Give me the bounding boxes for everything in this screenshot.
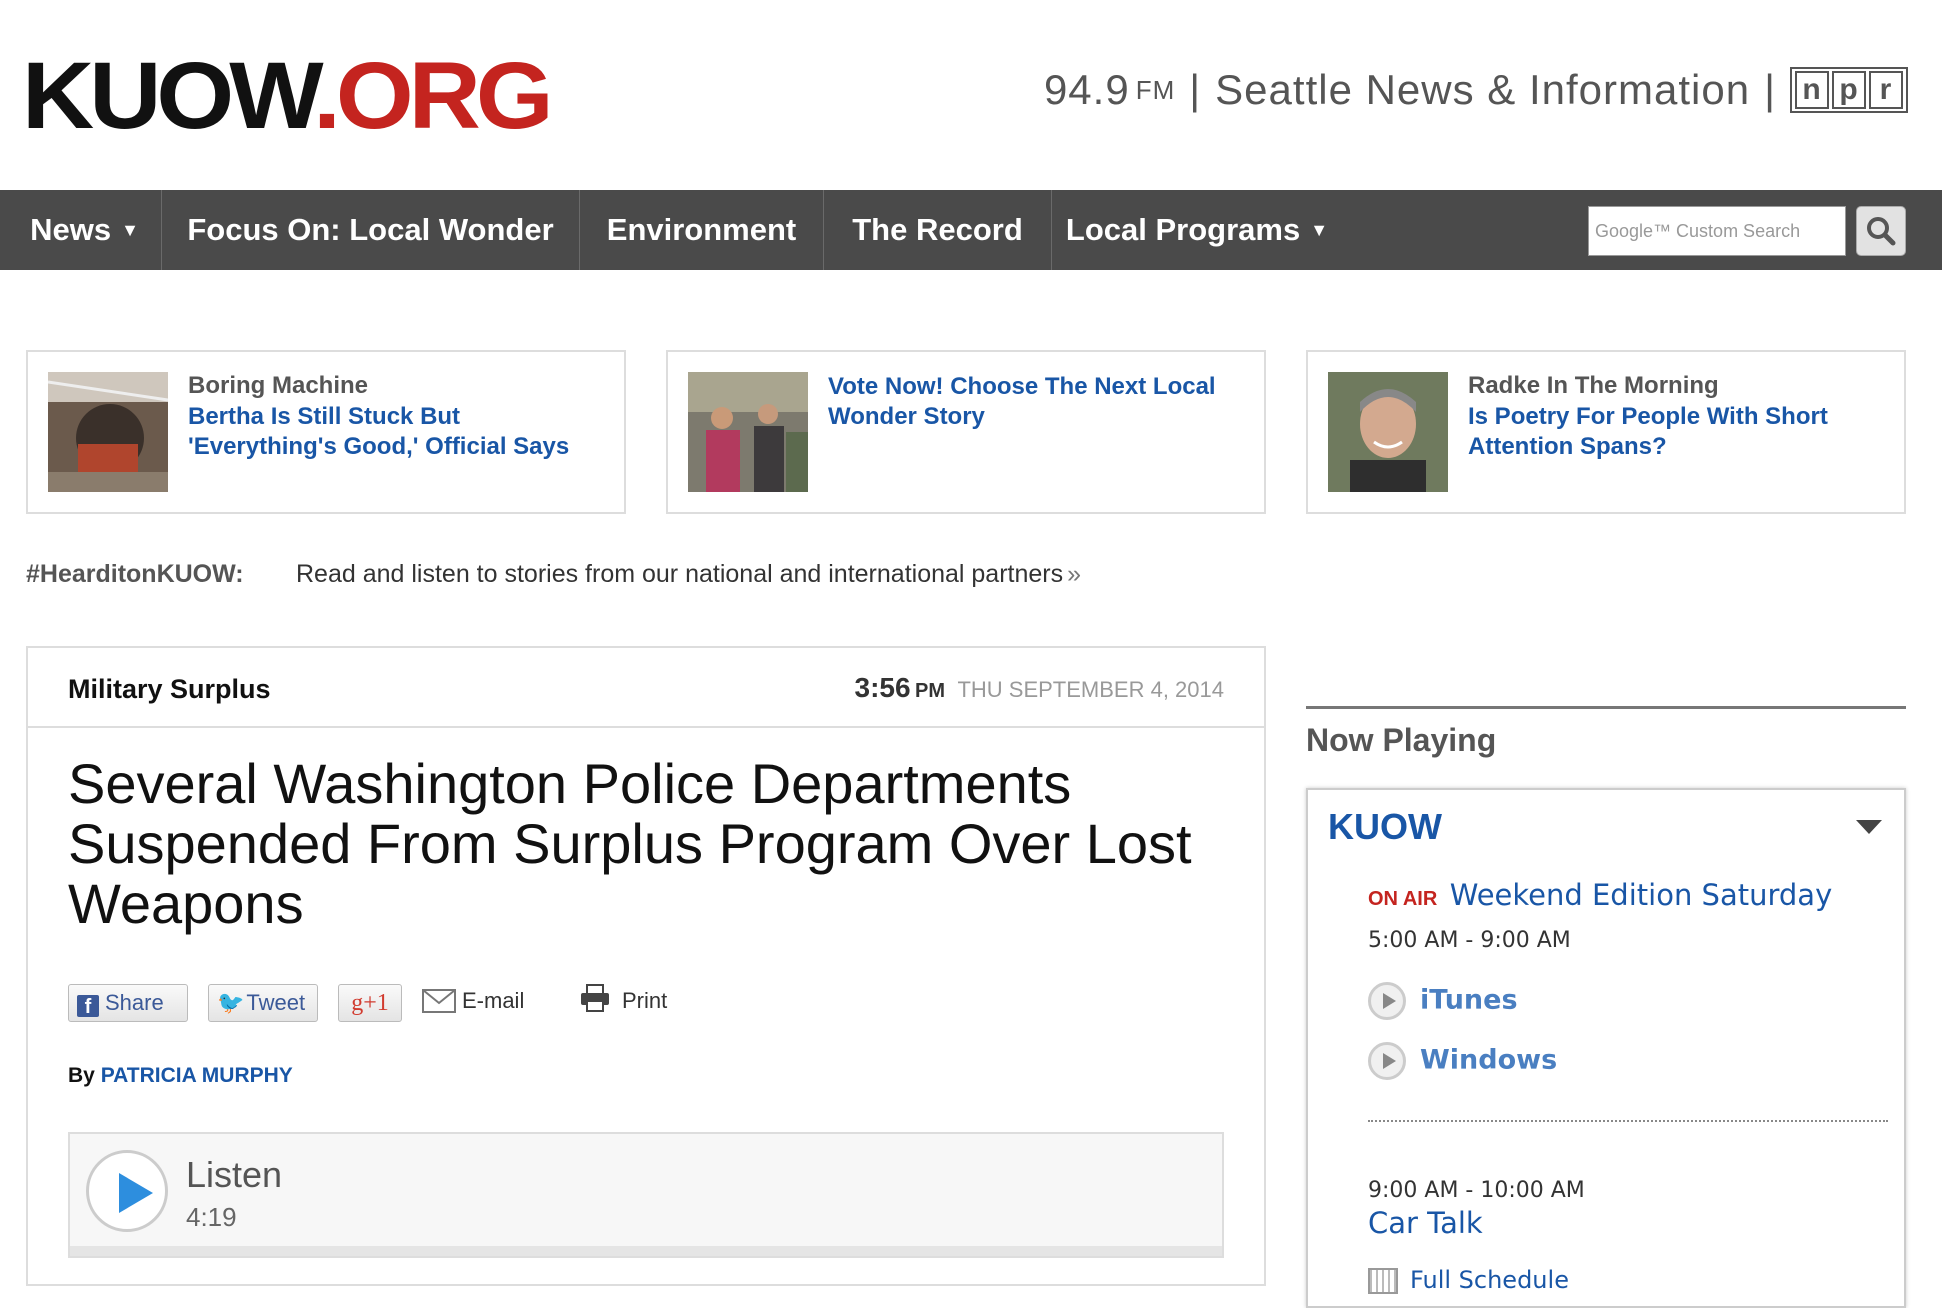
now-playing-widget: KUOW ON AIR Weekend Edition Saturday 5:0… (1306, 788, 1906, 1308)
nav-focus-local-wonder[interactable]: Focus On: Local Wonder (162, 190, 580, 270)
article-timestamp: 3:56 PM THU SEPTEMBER 4, 2014 (855, 672, 1225, 704)
card-kicker: Boring Machine (188, 372, 369, 399)
tweet-label: Tweet (246, 990, 306, 1015)
nav-label: News (30, 212, 112, 247)
on-air-badge: ON AIR (1368, 888, 1438, 910)
printer-icon (581, 984, 609, 1012)
dotted-divider (1368, 1120, 1888, 1122)
audio-player: Listen 4:19 (68, 1132, 1224, 1258)
print-button[interactable]: Print (580, 984, 667, 1014)
featured-card[interactable]: Boring Machine Bertha Is Still Stuck But… (26, 350, 626, 514)
logo-kuow: KUOW (22, 42, 318, 149)
play-icon (119, 1173, 153, 1213)
envelope-icon (422, 989, 456, 1013)
email-button[interactable]: E-mail (422, 988, 524, 1014)
station-name[interactable]: KUOW (1328, 806, 1442, 848)
byline: By PATRICIA MURPHY (68, 1064, 293, 1088)
facebook-share-button[interactable]: f Share (68, 984, 188, 1022)
next-show-time: 9:00 AM - 10:00 AM (1368, 1178, 1585, 1203)
stream-label: iTunes (1420, 984, 1518, 1016)
logo-org: .ORG (313, 42, 554, 149)
card-headline[interactable]: Is Poetry For People With Short Attentio… (1468, 402, 1888, 462)
tagline-text: Seattle News & Information (1215, 66, 1751, 113)
play-circle-icon (1368, 1042, 1406, 1080)
article-header: Military Surplus 3:56 PM THU SEPTEMBER 4… (28, 648, 1264, 728)
card-headline[interactable]: Bertha Is Still Stuck But 'Everything's … (188, 402, 608, 462)
tunnel-construction-photo (48, 372, 168, 492)
share-label: Share (105, 990, 164, 1015)
npr-letter-r: r (1869, 71, 1903, 109)
npr-letter-n: n (1795, 71, 1829, 109)
email-label: E-mail (462, 988, 525, 1013)
calendar-icon (1368, 1268, 1398, 1294)
print-label: Print (622, 988, 668, 1013)
search-button[interactable] (1856, 206, 1906, 256)
nav-environment[interactable]: Environment (580, 190, 824, 270)
twitter-tweet-button[interactable]: 🐦Tweet (208, 984, 318, 1022)
on-air-row: ON AIR Weekend Edition Saturday (1368, 878, 1832, 912)
station-tagline: 94.9 FM | Seattle News & Information | n… (1044, 66, 1908, 114)
nav-local-programs[interactable]: Local Programs ▼ (1052, 190, 1342, 270)
current-show-time: 5:00 AM - 9:00 AM (1368, 928, 1571, 953)
google-plus-button[interactable]: g+1 (338, 984, 402, 1022)
featured-card[interactable]: Radke In The Morning Is Poetry For Peopl… (1306, 350, 1906, 514)
next-show-link[interactable]: Car Talk (1368, 1206, 1483, 1240)
frequency: 94.9 (1043, 66, 1130, 113)
article-date: THU SEPTEMBER 4, 2014 (957, 677, 1224, 702)
current-show-link[interactable]: Weekend Edition Saturday (1450, 878, 1833, 912)
play-circle-icon (1368, 982, 1406, 1020)
byline-prefix: By (68, 1064, 95, 1087)
main-nav: News ▼ Focus On: Local Wonder Environment… (0, 190, 1942, 270)
arrow-right-icon: » (1067, 560, 1082, 588)
stream-itunes[interactable]: iTunes (1368, 982, 1518, 1020)
nav-label: Focus On: Local Wonder (187, 212, 554, 247)
dropdown-caret-icon: ▼ (1310, 220, 1329, 240)
audio-duration: 4:19 (186, 1202, 237, 1232)
author-link[interactable]: PATRICIA MURPHY (101, 1064, 293, 1087)
listen-label: Listen (186, 1154, 283, 1195)
nav-news[interactable]: News ▼ (8, 190, 162, 270)
now-playing-heading: Now Playing (1306, 722, 1497, 758)
twitter-bird-icon: 🐦 (217, 990, 245, 1015)
heard-it-link[interactable]: Read and listen to stories from our nati… (296, 560, 1081, 589)
separator: | (1189, 66, 1202, 113)
nav-label: The Record (852, 212, 1023, 247)
play-button[interactable] (86, 1150, 168, 1232)
article-ampm: PM (915, 680, 945, 702)
divider (1306, 706, 1906, 709)
article-title: Several Washington Police Departments Su… (68, 752, 1192, 935)
npr-letter-p: p (1832, 71, 1866, 109)
npr-logo[interactable]: n p r (1790, 67, 1908, 113)
article-time: 3:56 (854, 672, 911, 703)
magnifier-icon (1867, 217, 1896, 246)
dropdown-caret-icon: ▼ (121, 220, 139, 240)
facebook-icon: f (77, 995, 99, 1018)
stream-label: Windows (1420, 1044, 1558, 1076)
nav-the-record[interactable]: The Record (824, 190, 1052, 270)
heard-it-label: #HearditonKUOW: (26, 560, 244, 588)
full-schedule-label: Full Schedule (1410, 1266, 1569, 1294)
article: Military Surplus 3:56 PM THU SEPTEMBER 4… (26, 646, 1266, 1286)
crowd-photo (688, 372, 808, 492)
featured-card[interactable]: Vote Now! Choose The Next Local Wonder S… (666, 350, 1266, 514)
site-logo[interactable]: KUOW.ORG (22, 48, 554, 143)
nav-label: Local Programs (1065, 212, 1301, 247)
search-input[interactable]: Google™ Custom Search (1588, 206, 1846, 256)
portrait-photo (1328, 372, 1448, 492)
card-headline[interactable]: Vote Now! Choose The Next Local Wonder S… (828, 372, 1248, 432)
separator: | (1764, 66, 1776, 113)
full-schedule-link[interactable]: Full Schedule (1368, 1266, 1569, 1294)
article-category[interactable]: Military Surplus (68, 674, 271, 705)
stream-windows[interactable]: Windows (1368, 1042, 1557, 1080)
audio-progress-track[interactable] (70, 1246, 1222, 1256)
nav-label: Environment (606, 212, 797, 247)
station-dropdown-icon[interactable] (1856, 820, 1882, 834)
card-kicker: Radke In The Morning (1468, 372, 1719, 399)
heard-it-text: Read and listen to stories from our nati… (296, 560, 1064, 588)
band: FM (1135, 74, 1176, 105)
